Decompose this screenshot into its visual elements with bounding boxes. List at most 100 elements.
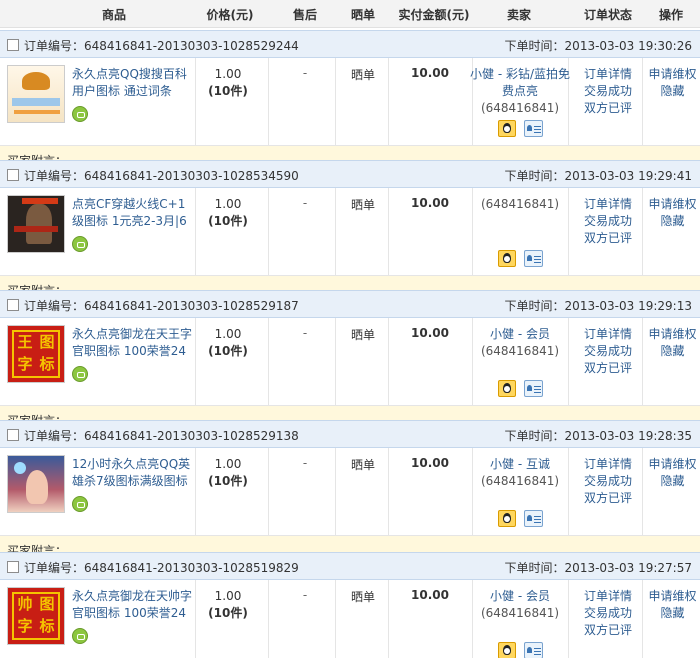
order-header: 订单编号：648416841-20130303-1028529187 下单时间：2… xyxy=(0,290,700,318)
status-cell: 订单详情 交易成功双方已评 xyxy=(578,326,638,377)
qq-chat-icon[interactable] xyxy=(498,120,516,137)
seller-card-icon[interactable] xyxy=(524,120,543,137)
apply-rights-link[interactable]: 申请维权 xyxy=(645,456,700,473)
seller-id: (648416841) xyxy=(480,474,560,488)
order-checkbox[interactable] xyxy=(7,39,19,51)
paid-amount: 10.00 xyxy=(411,66,449,80)
order-detail-link[interactable]: 订单详情 xyxy=(578,326,638,343)
paid-amount: 10.00 xyxy=(411,326,449,340)
seller-cell: (648416841) xyxy=(470,196,570,213)
order-time: 下单时间：2013-03-03 19:29:41 xyxy=(504,169,692,183)
order-detail-link[interactable]: 订单详情 xyxy=(578,456,638,473)
trade-success-text: 交易成功 xyxy=(583,344,632,358)
seller-id: (648416841) xyxy=(480,197,560,211)
product-title-link[interactable]: 永久点亮御龙在天帅字官职图标 100荣誉24 xyxy=(72,588,192,622)
order-detail-link[interactable]: 订单详情 xyxy=(578,66,638,83)
order-checkbox[interactable] xyxy=(7,299,19,311)
price-cell: 1.00 (10件) xyxy=(208,67,248,98)
order-header: 订单编号：648416841-20130303-1028529138 下单时间：2… xyxy=(0,420,700,448)
seller-contact xyxy=(498,250,558,268)
header-ops: 操作 xyxy=(658,8,683,22)
after-sales-cell: - xyxy=(302,66,308,80)
header-share: 晒单 xyxy=(350,8,375,22)
seller-card-icon[interactable] xyxy=(524,510,543,527)
order-time: 下单时间：2013-03-03 19:28:35 xyxy=(504,429,692,443)
ops-cell: 申请维权 隐藏 xyxy=(645,66,700,100)
order-checkbox[interactable] xyxy=(7,429,19,441)
apply-rights-link[interactable]: 申请维权 xyxy=(645,196,700,213)
seller-name-link[interactable]: 小健 - 彩钻/蓝拍免费点亮 xyxy=(470,67,570,98)
order-number: 订单编号：648416841-20130303-1028519829 xyxy=(24,561,299,575)
product-title-link[interactable]: 永久点亮御龙在天王字官职图标 100荣誉24 xyxy=(72,326,192,360)
product-title-link[interactable]: 永久点亮QQ搜搜百科用户图标 通过词条 xyxy=(72,66,192,100)
product-title-link[interactable]: 点亮CF穿越火线C+1级图标 1元亮2-3月|6 xyxy=(72,196,192,230)
order-number: 订单编号：648416841-20130303-1028529138 xyxy=(24,429,299,443)
product-thumbnail[interactable] xyxy=(7,195,65,253)
gift-icon[interactable] xyxy=(72,236,88,252)
order-checkbox[interactable] xyxy=(7,561,19,573)
apply-rights-link[interactable]: 申请维权 xyxy=(645,588,700,605)
seller-id: (648416841) xyxy=(480,344,560,358)
both-rated-link[interactable]: 双方已评 xyxy=(578,360,638,377)
order-time: 下单时间：2013-03-03 19:30:26 xyxy=(504,39,692,53)
seller-card-icon[interactable] xyxy=(524,250,543,267)
hide-link[interactable]: 隐藏 xyxy=(645,605,700,622)
header-after-sales: 售后 xyxy=(292,8,317,22)
order-time: 下单时间：2013-03-03 19:27:57 xyxy=(504,561,692,575)
hide-link[interactable]: 隐藏 xyxy=(645,83,700,100)
apply-rights-link[interactable]: 申请维权 xyxy=(645,326,700,343)
order-header: 订单编号：648416841-20130303-1028529244 下单时间：2… xyxy=(0,30,700,58)
share-cell: 晒单 xyxy=(350,590,375,604)
after-sales-cell: - xyxy=(302,456,308,470)
hide-link[interactable]: 隐藏 xyxy=(645,473,700,490)
both-rated-link[interactable]: 双方已评 xyxy=(578,490,638,507)
order-body: 点亮CF穿越火线C+1级图标 1元亮2-3月|6 1.00 (10件) - 晒单 10.0… xyxy=(0,188,700,276)
seller-id: (648416841) xyxy=(480,101,560,115)
order-number: 订单编号：648416841-20130303-1028529187 xyxy=(24,299,299,313)
order-number: 订单编号：648416841-20130303-1028529244 xyxy=(24,39,299,53)
seller-name-link[interactable]: 小健 - 会员 xyxy=(490,327,550,341)
ops-cell: 申请维权 隐藏 xyxy=(645,196,700,230)
both-rated-link[interactable]: 双方已评 xyxy=(578,100,638,117)
both-rated-link[interactable]: 双方已评 xyxy=(578,622,638,639)
order-number: 订单编号：648416841-20130303-1028534590 xyxy=(24,169,299,183)
after-sales-cell: - xyxy=(302,588,308,602)
gift-icon[interactable] xyxy=(72,628,88,644)
seller-name-link[interactable]: 小健 - 互诚 xyxy=(490,457,550,471)
product-title-link[interactable]: 12小时永久点亮QQ英雄杀7级图标满级图标 xyxy=(72,456,192,490)
qq-chat-icon[interactable] xyxy=(498,642,516,658)
seller-cell: 小健 - 互诚 (648416841) xyxy=(470,456,570,490)
seller-card-icon[interactable] xyxy=(524,380,543,397)
gift-icon[interactable] xyxy=(72,496,88,512)
header-price: 价格(元) xyxy=(206,8,254,22)
seller-name-link[interactable]: 小健 - 会员 xyxy=(490,589,550,603)
seller-cell: 小健 - 会员 (648416841) xyxy=(470,588,570,622)
order-detail-link[interactable]: 订单详情 xyxy=(578,588,638,605)
order-detail-link[interactable]: 订单详情 xyxy=(578,196,638,213)
status-cell: 订单详情 交易成功 双方已评 xyxy=(578,196,638,247)
seller-contact xyxy=(498,380,558,398)
table-header: 商品 价格(元) 售后 晒单 实付金额(元) 卖家 订单状态 操作 xyxy=(0,0,700,28)
gift-icon[interactable] xyxy=(72,366,88,382)
product-thumbnail[interactable]: 王图字标 xyxy=(7,325,65,383)
qq-chat-icon[interactable] xyxy=(498,380,516,397)
apply-rights-link[interactable]: 申请维权 xyxy=(645,66,700,83)
seller-contact xyxy=(498,642,558,658)
order-checkbox[interactable] xyxy=(7,169,19,181)
product-thumbnail[interactable] xyxy=(7,65,65,123)
order-body: 王图字标永久点亮御龙在天王字官职图标 100荣誉24 1.00 (10件) - 晒单 10… xyxy=(0,318,700,406)
share-cell: 晒单 xyxy=(350,458,375,472)
qq-chat-icon[interactable] xyxy=(498,250,516,267)
product-thumbnail[interactable] xyxy=(7,455,65,513)
hide-link[interactable]: 隐藏 xyxy=(645,213,700,230)
share-cell: 晒单 xyxy=(350,328,375,342)
paid-amount: 10.00 xyxy=(411,196,449,210)
after-sales-cell: - xyxy=(302,196,308,210)
gift-icon[interactable] xyxy=(72,106,88,122)
both-rated-link[interactable]: 双方已评 xyxy=(578,230,638,247)
seller-card-icon[interactable] xyxy=(524,642,543,658)
product-thumbnail[interactable]: 帅图字标 xyxy=(7,587,65,645)
qq-chat-icon[interactable] xyxy=(498,510,516,527)
price-cell: 1.00 (10件) xyxy=(208,197,248,228)
hide-link[interactable]: 隐藏 xyxy=(645,343,700,360)
